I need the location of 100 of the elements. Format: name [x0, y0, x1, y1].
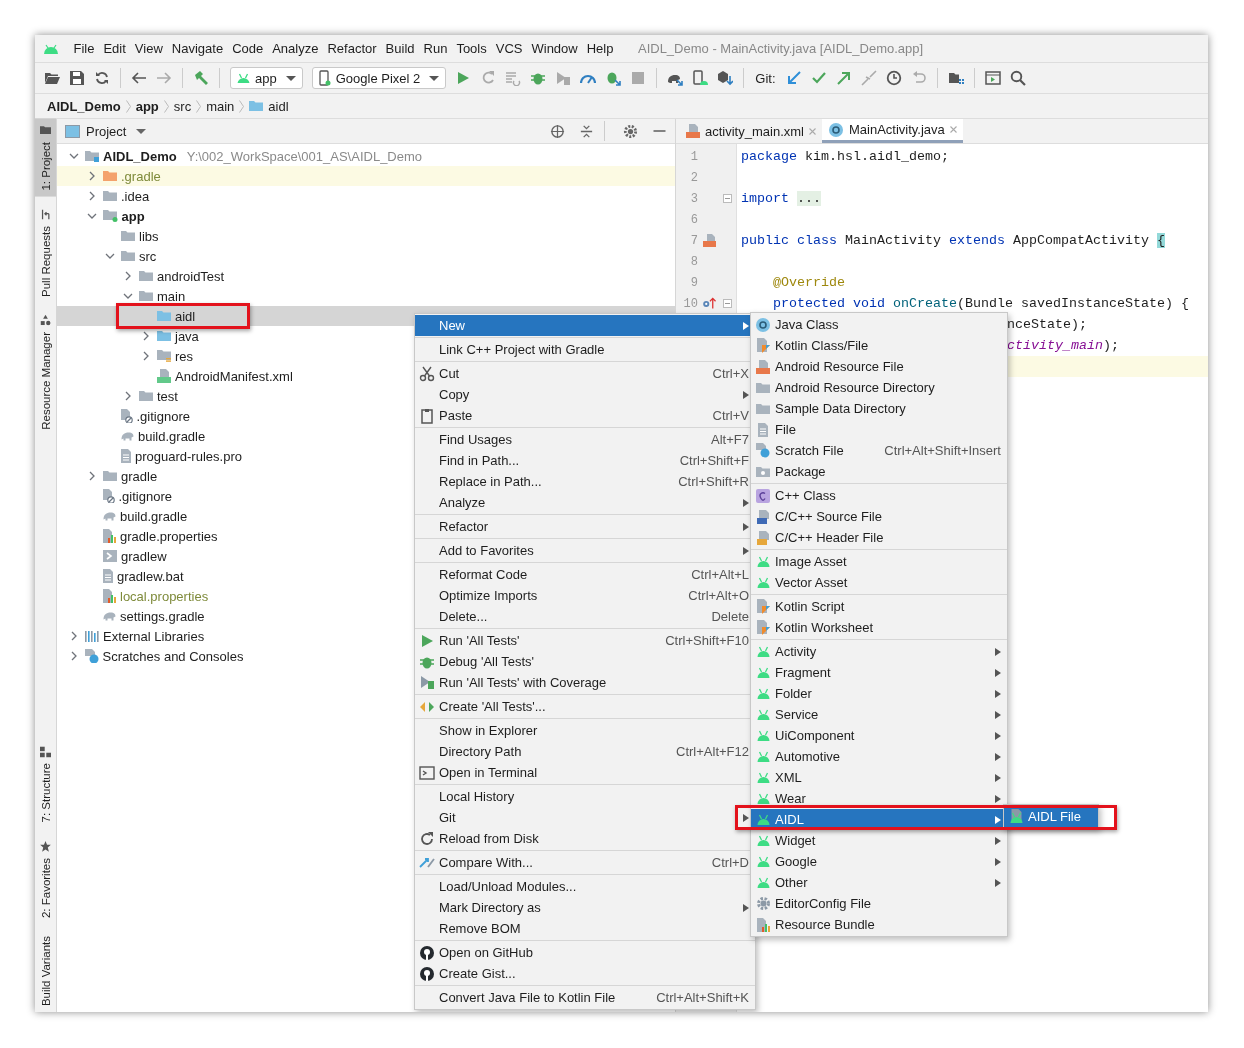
editor-tab[interactable]: activity_main.xml — [680, 119, 822, 143]
class-icon — [827, 121, 844, 138]
android-icon — [756, 667, 770, 678]
menu-item[interactable]: Fragment — [751, 662, 1007, 683]
menu-bar-item[interactable]: Code — [227, 41, 268, 56]
properties-file-icon — [756, 917, 770, 932]
code-line: ctivity_main); — [1007, 338, 1119, 353]
layout-file-icon[interactable] — [702, 234, 716, 247]
tree-item[interactable]: main — [57, 286, 675, 306]
tree-item[interactable]: AIDL_Demo Y:\002_WorkSpace\001_AS\AIDL_Demo — [57, 146, 675, 166]
menu-bar-item[interactable]: VCS — [491, 41, 527, 56]
sdk-manager-icon — [717, 70, 734, 86]
menu-item[interactable]: Scratch File Ctrl+Alt+Shift+Insert — [751, 440, 1007, 461]
cpp-file-icon — [757, 509, 769, 524]
code-line: @Override — [772, 275, 845, 290]
gear-icon — [756, 897, 770, 910]
tree-item[interactable]: libs — [57, 226, 675, 246]
folder-icon — [103, 191, 117, 201]
menu-item[interactable]: Convert Java File to Kotlin File Ctrl+Alt+Shift+K — [415, 987, 755, 1008]
menu-bar-item[interactable]: Help — [582, 41, 618, 56]
menu-item[interactable]: Activity — [751, 641, 1007, 662]
script-file-icon — [103, 550, 117, 562]
breadcrumb[interactable]: AIDL_Demo — [47, 98, 121, 114]
tool-window-tab[interactable]: Resource Manager — [35, 308, 56, 436]
tree-item[interactable]: .gradle — [57, 166, 675, 186]
menu-item[interactable]: Resource Bundle — [751, 914, 1007, 935]
chevron-icon — [125, 99, 131, 113]
menu-bar-item[interactable]: Tools — [451, 41, 492, 56]
collapse-all-icon[interactable] — [579, 123, 594, 139]
menu-bar-item[interactable]: Edit — [98, 41, 131, 56]
project-view-dropdown[interactable]: Project — [86, 123, 127, 139]
menu-bar-item[interactable]: Refactor — [322, 41, 382, 56]
override-marker-icon[interactable] — [702, 297, 716, 310]
menu-item[interactable]: AIDL File — [1004, 806, 1098, 827]
settings-icon[interactable] — [623, 123, 638, 139]
android-icon — [756, 793, 770, 804]
test-icon — [420, 701, 434, 712]
tree-item[interactable]: .idea — [57, 186, 675, 206]
tree-item[interactable]: src — [57, 246, 675, 266]
menu-bar-item[interactable]: Run — [419, 41, 452, 56]
menu-item[interactable]: Sample Data Directory — [751, 398, 1007, 419]
menu-bar-item[interactable]: View — [130, 41, 168, 56]
menu-item[interactable]: C++ Class — [751, 485, 1007, 506]
locate-icon[interactable] — [550, 123, 565, 139]
tree-item[interactable]: androidTest — [57, 266, 675, 286]
android-logo-icon — [43, 43, 59, 54]
folder-icon — [139, 291, 153, 301]
caret-icon[interactable] — [136, 128, 147, 134]
menu-item[interactable]: Kotlin Worksheet — [751, 617, 1007, 638]
menu-item[interactable]: Kotlin Script — [751, 596, 1007, 617]
pull-request-icon — [40, 208, 51, 220]
device-manager-icon — [692, 70, 709, 86]
menu-item[interactable]: Vector Asset — [751, 572, 1007, 593]
tool-window-tab[interactable]: Pull Requests — [35, 202, 56, 303]
breadcrumb[interactable]: src — [173, 98, 192, 114]
menu-item[interactable]: UiComponent — [751, 725, 1007, 746]
menu-item[interactable]: Automotive — [751, 746, 1007, 767]
fold-marker-icon[interactable] — [722, 194, 732, 203]
breadcrumb[interactable]: app — [135, 98, 159, 114]
menu-bar-item[interactable]: Analyze — [267, 41, 323, 56]
breadcrumb[interactable]: aidl — [268, 98, 289, 114]
compare-icon — [860, 70, 877, 86]
elephant-icon — [103, 511, 116, 521]
clipboard-icon — [419, 407, 435, 424]
menu-item[interactable]: Wear — [751, 788, 1007, 809]
search-icon — [1009, 70, 1026, 86]
manifest-file-icon — [157, 369, 171, 383]
menu-item[interactable]: Create Gist... — [415, 963, 755, 984]
menu-item[interactable]: Other — [751, 872, 1007, 893]
back-arrow-icon — [131, 70, 147, 86]
terminal-icon — [419, 764, 435, 781]
resource-icon — [40, 314, 51, 326]
tree-item[interactable]: app — [57, 206, 675, 226]
editor-tab[interactable]: MainActivity.java — [821, 119, 963, 143]
line-number: 9 — [689, 275, 698, 290]
breadcrumb[interactable]: main — [206, 98, 235, 114]
tool-window-tab[interactable]: Build Variants — [35, 929, 56, 1012]
star-icon — [40, 840, 51, 852]
menu-item[interactable]: Package — [751, 461, 1007, 482]
menu-item[interactable]: Open on GitHub — [415, 942, 755, 963]
tool-window-tab[interactable]: 1: Project — [35, 119, 56, 197]
menu-item[interactable]: XML — [751, 767, 1007, 788]
tool-window-tab[interactable]: 7: Structure — [35, 740, 56, 829]
android-file-icon — [1009, 809, 1023, 824]
menu-bar-item[interactable]: Window — [526, 41, 583, 56]
menu-bar-item[interactable]: Build — [381, 41, 419, 56]
fold-marker-icon[interactable] — [722, 299, 732, 308]
sync-icon — [94, 70, 110, 86]
run-configuration-dropdown[interactable]: app — [230, 67, 303, 89]
folder-icon — [103, 171, 117, 181]
menu-bar-item[interactable]: Navigate — [167, 41, 228, 56]
cpp-class-icon — [755, 487, 771, 504]
android-icon — [756, 556, 770, 567]
menu-item[interactable]: File — [751, 419, 1007, 440]
tool-window-tab[interactable]: 2: Favorites — [35, 834, 56, 924]
menu-item[interactable]: Widget — [751, 830, 1007, 851]
menu-item[interactable]: EditorConfig File — [751, 893, 1007, 914]
menu-bar-item[interactable]: File — [69, 41, 99, 56]
device-dropdown[interactable]: Google Pixel 2 — [311, 67, 447, 89]
minimize-icon[interactable] — [652, 129, 667, 133]
